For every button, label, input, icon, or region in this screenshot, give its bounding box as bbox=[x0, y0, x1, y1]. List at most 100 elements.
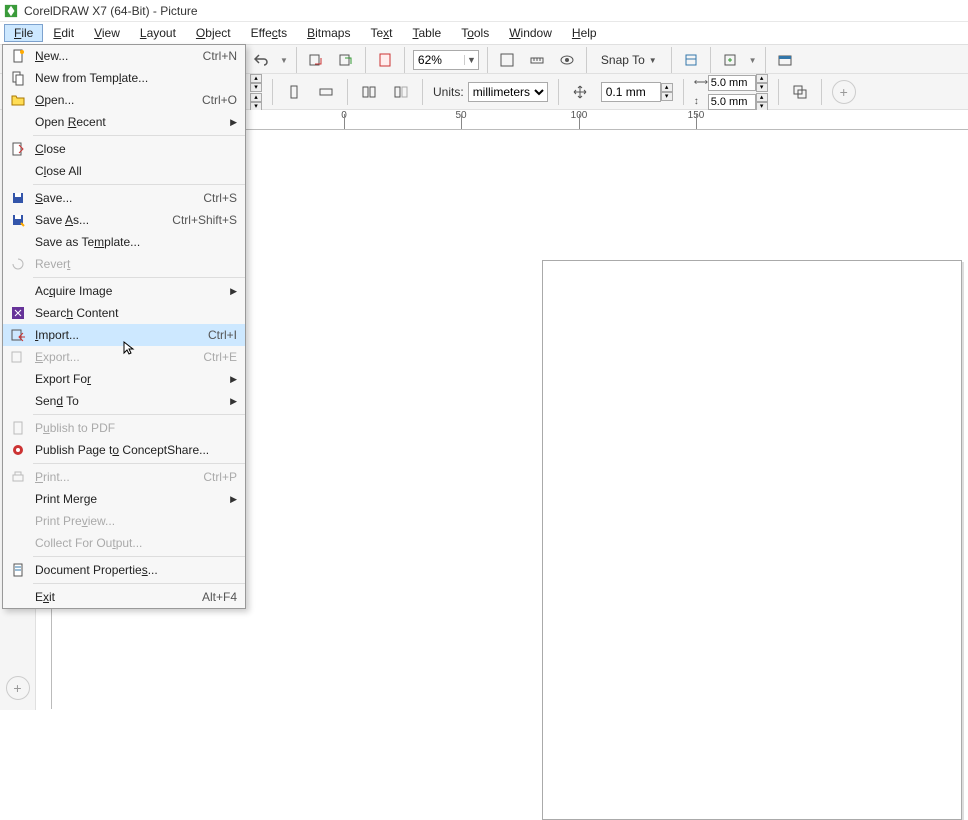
menu-object[interactable]: Object bbox=[186, 24, 241, 42]
separator bbox=[422, 79, 423, 105]
properties-icon bbox=[3, 562, 33, 578]
menu-view[interactable]: View bbox=[84, 24, 130, 42]
menu-item-send-to[interactable]: Send To▶ bbox=[3, 390, 245, 412]
menu-window[interactable]: Window bbox=[499, 24, 562, 42]
add-tool-button[interactable]: + bbox=[6, 676, 30, 700]
menu-item-exit[interactable]: ExitAlt+F4 bbox=[3, 586, 245, 608]
menu-layout[interactable]: Layout bbox=[130, 24, 186, 42]
submenu-arrow-icon: ▶ bbox=[230, 494, 237, 505]
menu-item-save-as[interactable]: Save As...Ctrl+Shift+S bbox=[3, 209, 245, 231]
print-icon bbox=[3, 469, 33, 485]
dropdown-arrow-icon: ▼ bbox=[649, 56, 657, 65]
menu-item-import[interactable]: Import...Ctrl+I bbox=[3, 324, 245, 346]
menu-item-close[interactable]: Close bbox=[3, 138, 245, 160]
menu-item-export: Export...Ctrl+E bbox=[3, 346, 245, 368]
menu-item-publish-conceptshare[interactable]: Publish Page to ConceptShare... bbox=[3, 439, 245, 461]
revert-icon bbox=[3, 256, 33, 272]
undo-dropdown-icon[interactable]: ▼ bbox=[280, 56, 288, 65]
submenu-arrow-icon: ▶ bbox=[230, 396, 237, 407]
app-button[interactable] bbox=[774, 49, 796, 71]
submenu-arrow-icon: ▶ bbox=[230, 374, 237, 385]
snap-to-dropdown[interactable]: Snap To ▼ bbox=[595, 53, 663, 67]
nudge-distance[interactable]: ▴▾ bbox=[601, 82, 673, 102]
snap-to-label: Snap To bbox=[601, 53, 645, 67]
menu-item-open[interactable]: Open...Ctrl+O bbox=[3, 89, 245, 111]
zoom-input[interactable] bbox=[414, 51, 464, 69]
landscape-button[interactable] bbox=[315, 81, 337, 103]
menu-bitmaps[interactable]: Bitmaps bbox=[297, 24, 360, 42]
publish-pdf-button[interactable] bbox=[374, 49, 396, 71]
units-dropdown[interactable]: millimeters bbox=[468, 82, 548, 102]
search-icon bbox=[3, 305, 33, 321]
menu-table[interactable]: Table bbox=[403, 24, 452, 42]
export-icon bbox=[3, 349, 33, 365]
dup-y-icon: ↕ bbox=[694, 96, 708, 107]
separator bbox=[558, 79, 559, 105]
menu-item-revert: Revert bbox=[3, 253, 245, 275]
nudge-icon bbox=[569, 81, 591, 103]
separator bbox=[683, 79, 684, 105]
options-button[interactable] bbox=[680, 49, 702, 71]
add-button[interactable]: + bbox=[832, 80, 856, 104]
treat-as-filled-button[interactable] bbox=[789, 81, 811, 103]
conceptshare-icon bbox=[3, 442, 33, 458]
separator bbox=[487, 47, 488, 73]
separator bbox=[365, 47, 366, 73]
all-pages-button[interactable] bbox=[358, 81, 380, 103]
launch-dropdown-icon[interactable]: ▼ bbox=[749, 56, 757, 65]
submenu-arrow-icon: ▶ bbox=[230, 286, 237, 297]
menu-item-new-from-template[interactable]: New from Template... bbox=[3, 67, 245, 89]
menu-tools[interactable]: Tools bbox=[451, 24, 499, 42]
open-icon bbox=[3, 92, 33, 108]
menu-file[interactable]: File bbox=[4, 24, 43, 42]
launch-button[interactable] bbox=[719, 49, 741, 71]
title-bar: CorelDRAW X7 (64-Bit) - Picture bbox=[0, 0, 968, 22]
menu-separator bbox=[33, 583, 245, 584]
menu-item-export-for[interactable]: Export For▶ bbox=[3, 368, 245, 390]
menu-item-close-all[interactable]: Close All bbox=[3, 160, 245, 182]
separator bbox=[586, 47, 587, 73]
menu-effects[interactable]: Effects bbox=[241, 24, 297, 42]
undo-button[interactable] bbox=[250, 49, 272, 71]
menu-item-open-recent[interactable]: Open Recent▶ bbox=[3, 111, 245, 133]
export-button[interactable] bbox=[335, 49, 357, 71]
menu-separator bbox=[33, 556, 245, 557]
menu-separator bbox=[33, 414, 245, 415]
file-menu-dropdown: New...Ctrl+N New from Template... Open..… bbox=[2, 44, 246, 609]
menu-item-publish-pdf: Publish to PDF bbox=[3, 417, 245, 439]
zoom-level-combo[interactable]: ▼ bbox=[413, 50, 479, 70]
menu-item-search-content[interactable]: Search Content bbox=[3, 302, 245, 324]
separator bbox=[778, 79, 779, 105]
duplicate-distance: ⟷▴▾ ↕▴▾ bbox=[694, 74, 768, 111]
import-button[interactable] bbox=[305, 49, 327, 71]
fullscreen-button[interactable] bbox=[496, 49, 518, 71]
dup-y-input[interactable] bbox=[708, 94, 756, 110]
zoom-dropdown-icon[interactable]: ▼ bbox=[464, 55, 478, 65]
portrait-button[interactable] bbox=[283, 81, 305, 103]
menu-help[interactable]: Help bbox=[562, 24, 607, 42]
page-size-spinners[interactable]: ▴▾ ▴▾ bbox=[250, 74, 262, 111]
menu-item-document-properties[interactable]: Document Properties... bbox=[3, 559, 245, 581]
menu-item-print-merge[interactable]: Print Merge▶ bbox=[3, 488, 245, 510]
menu-bar: File Edit View Layout Object Effects Bit… bbox=[0, 22, 968, 44]
nudge-input[interactable] bbox=[601, 82, 661, 102]
menu-item-save[interactable]: Save...Ctrl+S bbox=[3, 187, 245, 209]
submenu-arrow-icon: ▶ bbox=[230, 117, 237, 128]
menu-item-acquire-image[interactable]: Acquire Image▶ bbox=[3, 280, 245, 302]
preview-button[interactable] bbox=[556, 49, 578, 71]
close-icon bbox=[3, 141, 33, 157]
menu-item-save-as-template[interactable]: Save as Template... bbox=[3, 231, 245, 253]
separator bbox=[710, 47, 711, 73]
save-icon bbox=[3, 190, 33, 206]
menu-separator bbox=[33, 135, 245, 136]
dup-x-input[interactable] bbox=[708, 75, 756, 91]
save-as-icon bbox=[3, 212, 33, 228]
separator bbox=[821, 79, 822, 105]
menu-item-print: Print...Ctrl+P bbox=[3, 466, 245, 488]
current-page-button[interactable] bbox=[390, 81, 412, 103]
new-icon bbox=[3, 48, 33, 64]
menu-item-new[interactable]: New...Ctrl+N bbox=[3, 45, 245, 67]
menu-text[interactable]: Text bbox=[360, 24, 402, 42]
menu-edit[interactable]: Edit bbox=[43, 24, 84, 42]
show-rulers-button[interactable] bbox=[526, 49, 548, 71]
